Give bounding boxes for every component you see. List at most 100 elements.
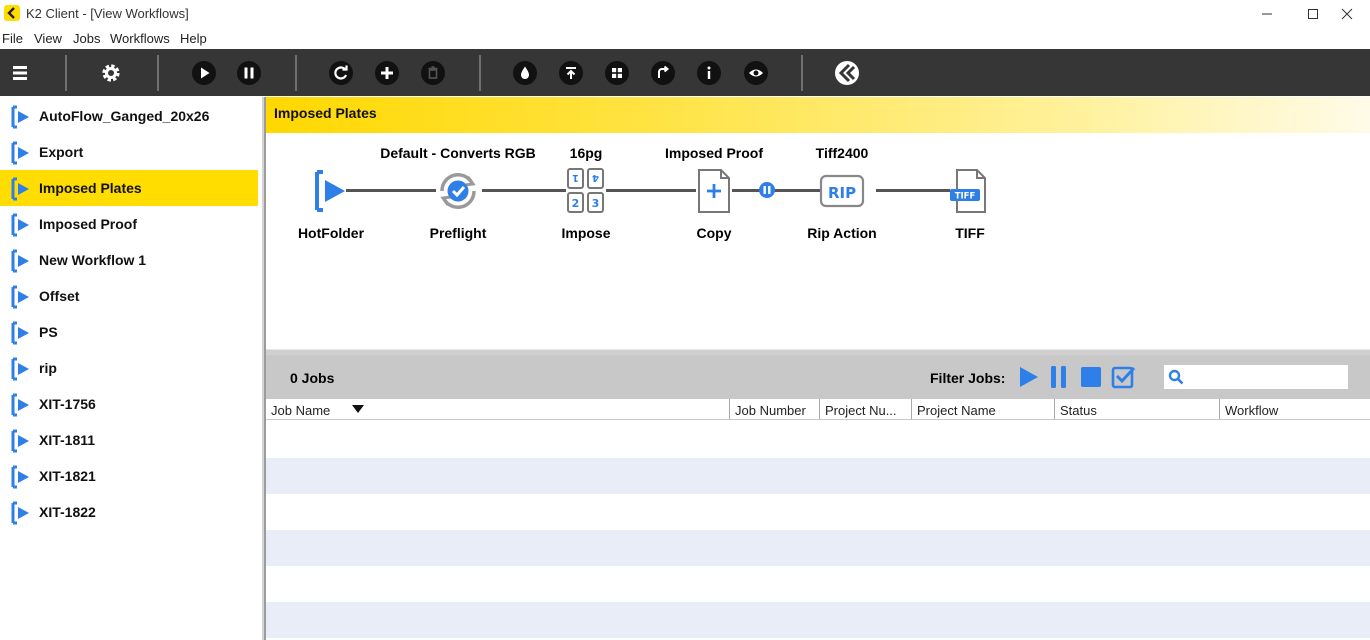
workflow-icon xyxy=(11,321,29,345)
workflow-label: AutoFlow_Ganged_20x26 xyxy=(39,108,210,124)
minimize-button[interactable] xyxy=(1244,0,1290,28)
menu-workflows[interactable]: Workflows xyxy=(110,31,170,46)
filter-paused-icon[interactable] xyxy=(1047,365,1071,389)
workflow-node-preflight[interactable] xyxy=(434,167,482,215)
workflow-list: AutoFlow_Ganged_20x26 Export Imposed Pla… xyxy=(0,97,258,640)
column-job-name[interactable]: Job Name xyxy=(266,399,730,419)
info-icon[interactable] xyxy=(697,61,721,85)
workflow-item-selected[interactable]: Imposed Plates xyxy=(0,170,258,206)
title-bar: K2 Client - [View Workflows] xyxy=(0,0,1370,28)
pause-icon[interactable] xyxy=(237,61,261,85)
workflow-item[interactable]: Export xyxy=(0,134,258,170)
workflow-icon xyxy=(11,249,29,273)
menu-help[interactable]: Help xyxy=(180,31,207,46)
workflow-icon xyxy=(11,105,29,129)
workflow-item[interactable]: XIT-1821 xyxy=(0,458,258,494)
svg-text:TIFF: TIFF xyxy=(955,192,976,202)
workflow-item[interactable]: XIT-1756 xyxy=(0,386,258,422)
close-icon xyxy=(1341,8,1353,20)
workflow-item[interactable]: XIT-1811 xyxy=(0,422,258,458)
workflow-header: Imposed Plates xyxy=(266,97,1370,133)
column-project-name[interactable]: Project Name xyxy=(912,399,1055,419)
connector-line xyxy=(876,189,950,192)
workflow-label: XIT-1821 xyxy=(39,468,96,484)
grid-icon[interactable] xyxy=(605,61,629,85)
workflow-node-hotfolder[interactable] xyxy=(306,167,354,215)
svg-text:3: 3 xyxy=(592,197,600,210)
connector-line xyxy=(606,189,696,192)
filter-completed-icon[interactable] xyxy=(1111,365,1136,389)
svg-text:1: 1 xyxy=(572,172,579,183)
close-button[interactable] xyxy=(1324,0,1370,28)
column-label: Workflow xyxy=(1225,403,1279,418)
filter-label: Filter Jobs: xyxy=(930,370,1006,386)
preflight-icon xyxy=(440,173,476,209)
workflow-icon xyxy=(11,285,29,309)
upload-icon[interactable] xyxy=(559,61,583,85)
toolbar-divider xyxy=(65,55,67,91)
filter-running-icon[interactable] xyxy=(1016,365,1040,389)
app-logo-icon xyxy=(4,5,20,21)
play-icon[interactable] xyxy=(192,61,216,85)
column-label: Project Nu... xyxy=(825,403,897,418)
node-name: Preflight xyxy=(429,225,487,241)
menu-jobs[interactable]: Jobs xyxy=(73,31,100,46)
node-name: HotFolder xyxy=(297,225,365,241)
node-name: Copy xyxy=(696,225,732,241)
node-name: Impose xyxy=(561,225,611,241)
workflow-item[interactable]: Imposed Proof xyxy=(0,206,258,242)
workflow-icon xyxy=(11,141,29,165)
minimize-icon xyxy=(1262,13,1272,15)
redirect-icon[interactable] xyxy=(651,61,675,85)
menu-view[interactable]: View xyxy=(34,31,62,46)
refresh-icon[interactable] xyxy=(329,61,353,85)
table-row xyxy=(266,566,1370,602)
connector-line xyxy=(732,189,820,192)
column-label: Status xyxy=(1060,403,1097,418)
filter-stopped-icon[interactable] xyxy=(1079,365,1103,389)
workflow-item[interactable]: XIT-1822 xyxy=(0,494,258,530)
workflow-item[interactable]: Offset xyxy=(0,278,258,314)
ink-icon[interactable] xyxy=(513,61,537,85)
column-workflow[interactable]: Workflow xyxy=(1220,399,1370,419)
pause-point-icon[interactable] xyxy=(758,181,776,199)
svg-text:RIP: RIP xyxy=(828,184,856,202)
workflow-item[interactable]: New Workflow 1 xyxy=(0,242,258,278)
workflow-label: Imposed Plates xyxy=(39,180,142,196)
rip-icon: RIP xyxy=(819,174,865,208)
workflow-node-tiff[interactable]: TIFF xyxy=(946,167,994,215)
menu-icon[interactable] xyxy=(8,61,32,85)
sort-desc-icon xyxy=(352,405,364,413)
impose-icon: 1 4 2 3 xyxy=(567,168,604,213)
column-label: Project Name xyxy=(917,403,996,418)
toolbar xyxy=(0,49,1370,96)
view-icon[interactable] xyxy=(744,61,768,85)
workflow-label: Export xyxy=(39,144,84,160)
maximize-icon xyxy=(1308,9,1318,19)
workflow-node-copy[interactable] xyxy=(690,167,738,215)
column-job-number[interactable]: Job Number xyxy=(730,399,820,419)
jobs-count: 0 Jobs xyxy=(290,370,335,386)
add-icon[interactable] xyxy=(375,61,399,85)
node-name: TIFF xyxy=(955,225,985,241)
workflow-label: XIT-1811 xyxy=(39,432,96,448)
node-config: Tiff2400 xyxy=(815,145,869,161)
hotfolder-icon xyxy=(315,170,345,212)
workflow-item[interactable]: rip xyxy=(0,350,258,386)
search-box[interactable] xyxy=(1164,365,1348,389)
column-project-number[interactable]: Project Nu... xyxy=(820,399,912,419)
column-label: Job Number xyxy=(735,403,806,418)
workflow-node-impose[interactable]: 1 4 2 3 xyxy=(562,167,610,215)
toolbar-divider xyxy=(801,55,803,91)
column-status[interactable]: Status xyxy=(1055,399,1220,419)
search-input[interactable] xyxy=(1188,365,1346,389)
workflow-item[interactable]: PS xyxy=(0,314,258,350)
menu-file[interactable]: File xyxy=(2,31,23,46)
menu-bar: File View Jobs Workflows Help xyxy=(0,28,1370,49)
settings-icon[interactable] xyxy=(99,61,123,85)
delete-icon[interactable] xyxy=(421,61,445,85)
workflow-icon xyxy=(11,501,29,525)
workflow-item[interactable]: AutoFlow_Ganged_20x26 xyxy=(0,98,258,134)
svg-text:2: 2 xyxy=(572,197,580,210)
workflow-node-rip-action[interactable]: RIP xyxy=(818,167,866,215)
